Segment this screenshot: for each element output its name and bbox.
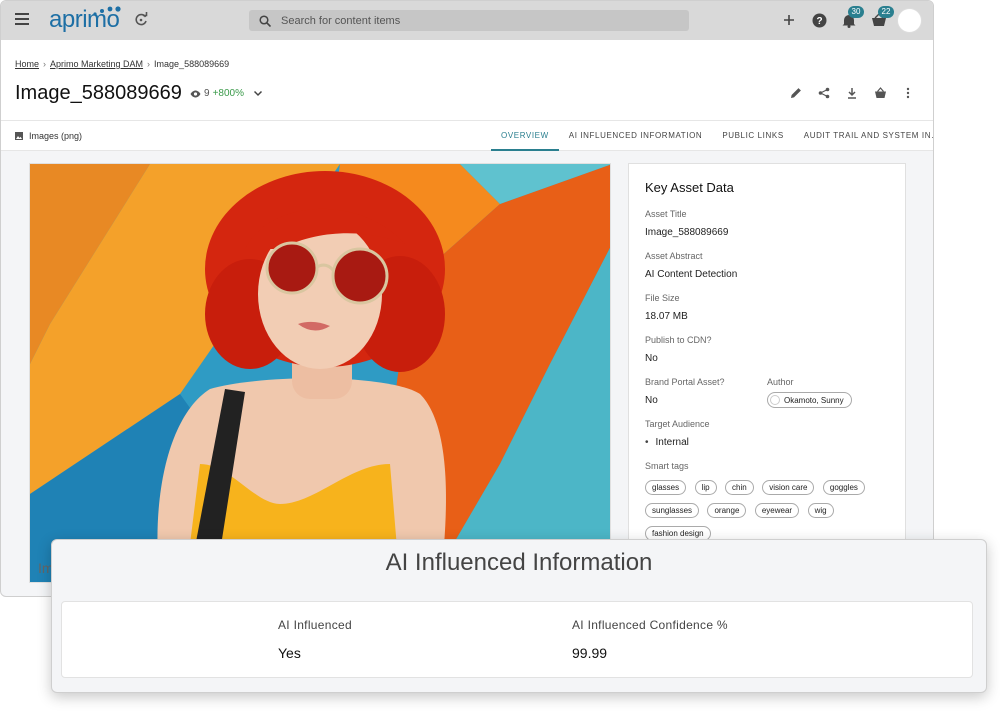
- notifications-button[interactable]: 30: [840, 6, 864, 29]
- publish-cdn-value: No: [645, 353, 658, 364]
- author-avatar: [770, 395, 780, 405]
- key-asset-data-panel: Key Asset Data Asset Title Image_5880896…: [628, 163, 906, 563]
- author-chip[interactable]: Okamoto, Sunny: [767, 392, 852, 408]
- ai-confidence-value: 99.99: [572, 645, 608, 661]
- tab-bar: Images (png) OVERVIEW AI INFLUENCED INFO…: [1, 120, 933, 151]
- chevron-right-icon: ›: [147, 59, 151, 69]
- chevron-down-icon[interactable]: [252, 87, 264, 99]
- ai-influenced-panel: AI Influenced Information AI Influenced …: [51, 539, 987, 693]
- breadcrumb-current: Image_588089669: [154, 59, 230, 69]
- menu-icon[interactable]: [15, 13, 29, 25]
- breadcrumb-dam[interactable]: Aprimo Marketing DAM: [50, 59, 143, 69]
- file-size-label: File Size: [645, 293, 680, 303]
- smart-tags: glasses lip chin vision care goggles sun…: [645, 477, 889, 546]
- smart-tag[interactable]: eyewear: [754, 503, 800, 518]
- breadcrumb-home[interactable]: Home: [15, 59, 39, 69]
- ai-panel-title: AI Influenced Information: [385, 549, 653, 576]
- tab-overview[interactable]: OVERVIEW: [491, 121, 559, 151]
- asset-actions: [789, 86, 915, 100]
- target-audience-label: Target Audience: [645, 419, 710, 429]
- asset-header: Home › Aprimo Marketing DAM › Image_5880…: [1, 40, 933, 120]
- search-icon: [259, 14, 271, 27]
- add-icon[interactable]: [780, 11, 798, 29]
- ai-influenced-value: Yes: [278, 645, 301, 661]
- eye-icon: [190, 90, 201, 97]
- ai-confidence-field: AI Influenced Confidence % 99.99: [572, 618, 728, 661]
- smart-tag[interactable]: sunglasses: [645, 503, 700, 518]
- app-window: aprimo ? 30 22: [0, 0, 934, 597]
- more-options-button[interactable]: [901, 86, 915, 100]
- brand-portal-label: Brand Portal Asset?: [645, 377, 725, 387]
- smart-tag[interactable]: lip: [694, 480, 717, 495]
- publish-cdn-label: Publish to CDN?: [645, 335, 712, 345]
- search-input[interactable]: [281, 14, 661, 27]
- image-icon: [15, 132, 23, 140]
- chevron-right-icon: ›: [43, 59, 47, 69]
- brand-portal-value: No: [645, 395, 658, 406]
- share-button[interactable]: [817, 86, 831, 100]
- edit-button[interactable]: [789, 86, 803, 100]
- help-icon[interactable]: ?: [810, 11, 828, 29]
- basket-badge: 22: [878, 6, 894, 18]
- smart-tag[interactable]: vision care: [762, 480, 815, 495]
- author-name: Okamoto, Sunny: [784, 395, 844, 405]
- tab-public-links[interactable]: PUBLIC LINKS: [712, 121, 793, 151]
- ai-panel-content: AI Influenced Yes AI Influenced Confiden…: [61, 601, 973, 678]
- download-button[interactable]: [845, 86, 859, 100]
- views-counter: 9 +800%: [190, 88, 244, 99]
- asset-type-label: Images (png): [29, 131, 83, 141]
- smart-tag[interactable]: chin: [725, 480, 754, 495]
- smart-tag[interactable]: orange: [707, 503, 747, 518]
- pencil-icon: [791, 88, 801, 98]
- refresh-icon[interactable]: [133, 12, 149, 28]
- smart-tags-label: Smart tags: [645, 461, 689, 471]
- ai-influenced-label: AI Influenced: [278, 618, 352, 632]
- file-size-value: 18.07 MB: [645, 311, 688, 322]
- asset-image: [30, 164, 610, 582]
- notifications-badge: 30: [848, 6, 864, 18]
- tab-ai-influenced-information[interactable]: AI INFLUENCED INFORMATION: [559, 121, 713, 151]
- basket-add-icon: [874, 87, 886, 98]
- ai-confidence-label: AI Influenced Confidence %: [572, 618, 728, 632]
- views-change: +800%: [212, 88, 244, 99]
- asset-title-value: Image_588089669: [645, 227, 729, 238]
- smart-tag[interactable]: glasses: [645, 480, 687, 495]
- add-to-basket-button[interactable]: [873, 86, 887, 100]
- svg-text:?: ?: [816, 16, 822, 27]
- asset-type: Images (png): [15, 131, 82, 141]
- breadcrumb: Home › Aprimo Marketing DAM › Image_5880…: [15, 59, 229, 69]
- brand-author-row: Brand Portal Asset? No Author Okamoto, S…: [645, 377, 889, 419]
- tabs: OVERVIEW AI INFLUENCED INFORMATION PUBLI…: [491, 121, 933, 151]
- search-bar[interactable]: [249, 10, 689, 31]
- views-count: 9: [204, 88, 210, 99]
- user-avatar[interactable]: [897, 8, 922, 33]
- download-icon: [848, 88, 856, 99]
- basket-button[interactable]: 22: [870, 6, 894, 29]
- share-icon: [818, 87, 830, 99]
- more-vertical-icon: [906, 87, 910, 99]
- smart-tag[interactable]: goggles: [822, 480, 865, 495]
- tab-audit-trail[interactable]: AUDIT TRAIL AND SYSTEM IN…: [794, 121, 933, 151]
- page-title: Image_588089669: [15, 82, 182, 104]
- top-bar: aprimo ? 30 22: [1, 1, 933, 40]
- asset-preview[interactable]: Im: [29, 163, 611, 583]
- asset-abstract-label: Asset Abstract: [645, 251, 703, 261]
- asset-abstract-value: AI Content Detection: [645, 269, 738, 280]
- smart-tag[interactable]: wig: [807, 503, 834, 518]
- target-audience-value: Internal: [645, 437, 889, 448]
- logo-dots-icon: [93, 6, 121, 16]
- author-label: Author: [767, 377, 794, 387]
- asset-title-label: Asset Title: [645, 209, 687, 219]
- ai-influenced-field: AI Influenced Yes: [278, 618, 352, 661]
- key-asset-data-heading: Key Asset Data: [645, 180, 734, 195]
- aprimo-logo[interactable]: aprimo: [49, 6, 121, 34]
